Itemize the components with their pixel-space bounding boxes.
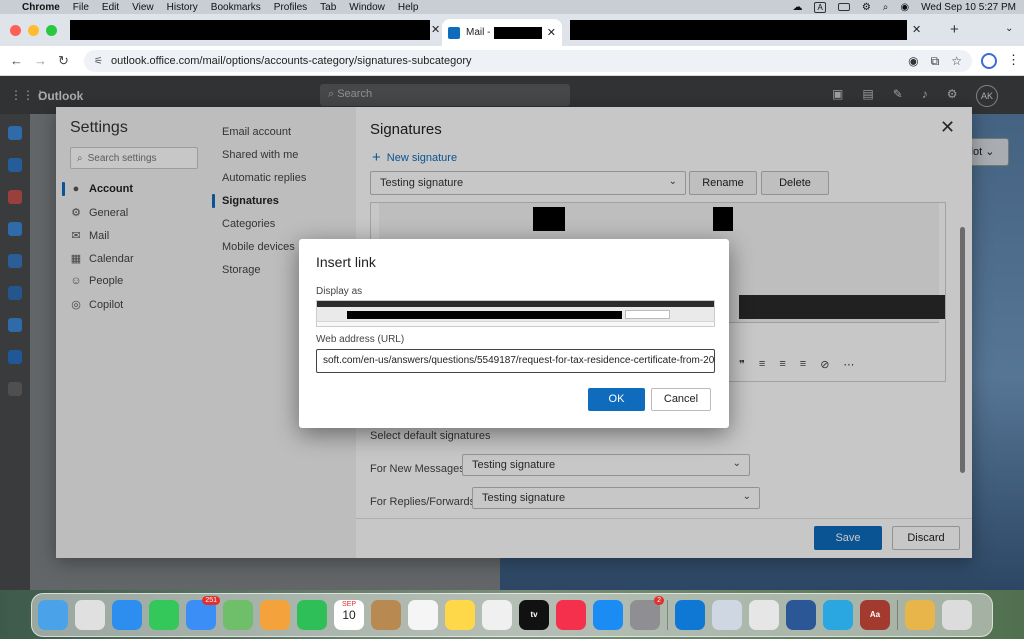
dictionary-icon[interactable]: Aa [860, 600, 890, 630]
close-window-button[interactable] [10, 25, 21, 36]
browser-tab-strip: ✕ Mail - ✕ ✕ + ⌄ [0, 14, 1024, 46]
menu-window[interactable]: Window [349, 2, 385, 13]
calendar-day: 10 [342, 608, 356, 622]
calendar-month: SEP [341, 601, 356, 608]
maps-icon[interactable] [223, 600, 253, 630]
battery-icon[interactable] [837, 3, 850, 11]
dock-separator [667, 600, 668, 630]
safari-icon[interactable] [112, 600, 142, 630]
browser-toolbar: ← → ↻ ⚟ outlook.office.com/mail/options/… [0, 46, 1024, 76]
music-icon[interactable] [556, 600, 586, 630]
address-bar[interactable]: ⚟ outlook.office.com/mail/options/accoun… [84, 50, 972, 72]
display-image-addressbar [317, 321, 714, 326]
reminders-icon[interactable] [408, 600, 438, 630]
menu-bookmarks[interactable]: Bookmarks [211, 2, 261, 13]
downloads-stack-icon[interactable] [905, 600, 935, 630]
launchpad-icon[interactable] [75, 600, 105, 630]
tab-search-chevron-icon[interactable]: ⌄ [1005, 23, 1013, 34]
url-input[interactable]: soft.com/en-us/answers/questions/5549187… [316, 349, 715, 373]
onedrive-icon[interactable] [675, 600, 705, 630]
photos-icon[interactable] [260, 600, 290, 630]
browser-tab-redacted[interactable] [70, 20, 430, 40]
menubar-clock[interactable]: Wed Sep 10 5:27 PM [921, 2, 1016, 13]
forward-arrow-icon[interactable]: → [34, 53, 47, 68]
eye-icon[interactable]: ◉ [908, 54, 918, 69]
app-store-icon[interactable] [593, 600, 623, 630]
chrome-icon[interactable] [749, 600, 779, 630]
url-label: Web address (URL) [316, 334, 405, 345]
dialog-title: Insert link [316, 254, 376, 270]
site-info-icon[interactable]: ⚟ [94, 56, 103, 67]
active-tab-title: Mail - [466, 27, 491, 38]
menu-history[interactable]: History [167, 2, 198, 13]
ok-button[interactable]: OK [588, 388, 645, 411]
facetime-icon[interactable] [297, 600, 327, 630]
close-tab-icon[interactable]: ✕ [912, 23, 921, 36]
redacted-block [494, 26, 543, 39]
address-url: outlook.office.com/mail/options/accounts… [110, 55, 472, 67]
window-controls [10, 25, 57, 36]
minimize-window-button[interactable] [28, 25, 39, 36]
mail-icon[interactable]: 251 [186, 596, 220, 630]
spotlight-icon[interactable]: ⌕ [883, 2, 889, 13]
cloud-status-icon[interactable]: ☁ [792, 2, 802, 13]
menu-file[interactable]: File [73, 2, 89, 13]
word-icon[interactable] [786, 600, 816, 630]
outlook-favicon-icon [448, 26, 460, 39]
display-image-tab [625, 310, 670, 319]
freeform-icon[interactable] [482, 600, 512, 630]
system-settings-icon[interactable]: 2 [630, 596, 664, 630]
menu-app-name[interactable]: Chrome [22, 2, 60, 13]
preview-icon[interactable] [712, 600, 742, 630]
menu-help[interactable]: Help [398, 2, 419, 13]
browser-tab-redacted[interactable] [570, 20, 907, 40]
control-center-icon[interactable]: ⚙ [862, 2, 871, 13]
display-as-label: Display as [316, 286, 363, 297]
contacts-icon[interactable] [371, 600, 401, 630]
close-tab-icon[interactable]: ✕ [431, 23, 440, 36]
display-image-menubar [317, 301, 714, 307]
messages-icon[interactable] [149, 600, 179, 630]
reload-icon[interactable]: ↻ [58, 53, 69, 69]
trash-icon[interactable] [942, 600, 972, 630]
settings-badge: 2 [654, 596, 664, 605]
browser-tab-active[interactable]: Mail - ✕ [442, 19, 562, 46]
insert-link-dialog: Insert link Display as Web address (URL)… [299, 239, 729, 428]
dock-separator [897, 600, 898, 630]
calendar-icon[interactable]: SEP 10 [334, 600, 364, 630]
profile-avatar-icon[interactable] [981, 53, 997, 69]
mail-badge: 251 [202, 596, 220, 605]
xcode-tools-icon[interactable] [823, 600, 853, 630]
macos-menu-bar: Chrome File Edit View History Bookmarks … [0, 0, 1024, 14]
menu-profiles[interactable]: Profiles [274, 2, 307, 13]
bookmark-star-icon[interactable]: ☆ [951, 54, 962, 69]
redacted-block [347, 311, 622, 319]
menu-tab[interactable]: Tab [320, 2, 336, 13]
menu-edit[interactable]: Edit [102, 2, 119, 13]
menu-view[interactable]: View [132, 2, 154, 13]
appletv-icon[interactable]: tv [519, 600, 549, 630]
display-as-field[interactable] [316, 300, 715, 327]
cancel-button[interactable]: Cancel [651, 388, 711, 411]
input-source-icon[interactable]: A [814, 1, 826, 13]
new-tab-button[interactable]: + [950, 21, 959, 38]
close-tab-icon[interactable]: ✕ [547, 26, 556, 39]
zoom-window-button[interactable] [46, 25, 57, 36]
browser-menu-icon[interactable]: ⋮ [1007, 52, 1020, 68]
install-app-icon[interactable]: ⧉ [931, 54, 940, 69]
finder-icon[interactable] [38, 600, 68, 630]
back-arrow-icon[interactable]: ← [10, 53, 23, 68]
notes-icon[interactable] [445, 600, 475, 630]
macos-dock: 251 SEP 10 tv 2 Aa [31, 593, 993, 637]
siri-icon[interactable]: ◉ [900, 2, 909, 13]
